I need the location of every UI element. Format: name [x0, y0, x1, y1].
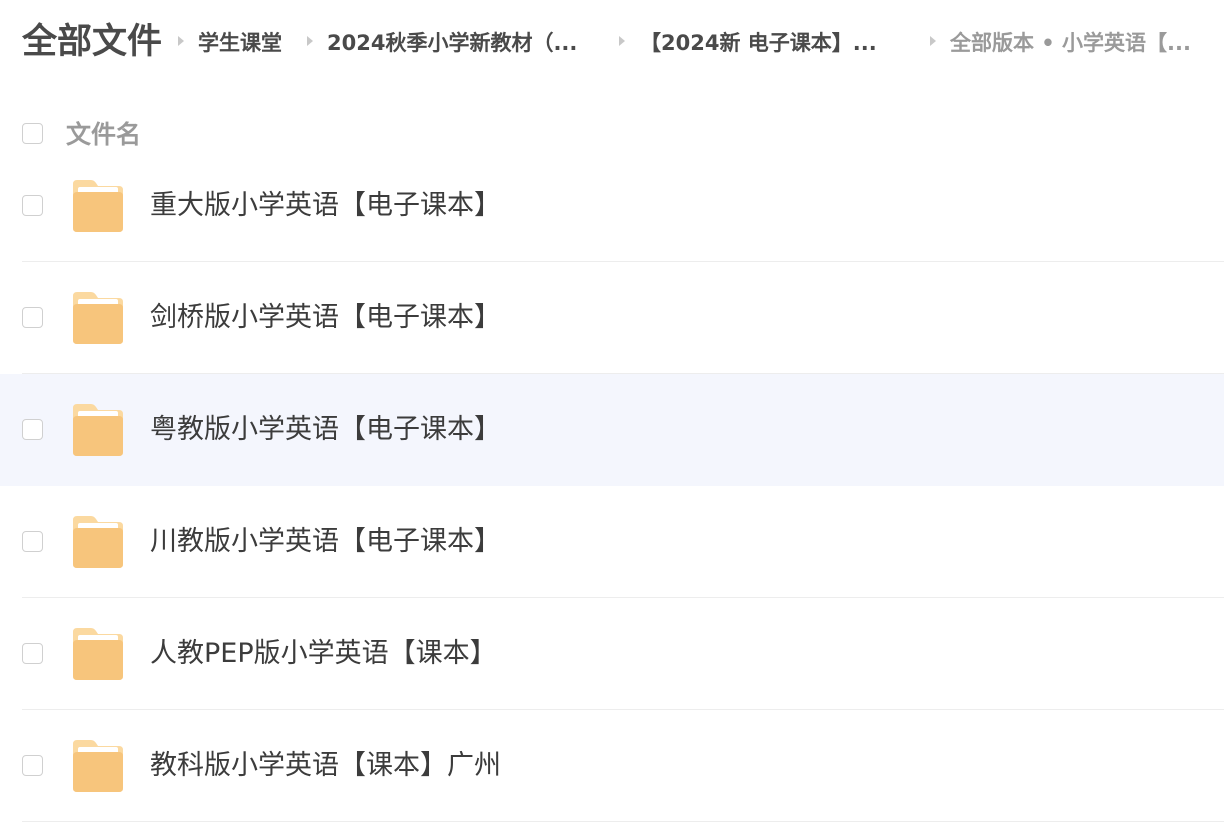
list-item[interactable]: 川教版小学英语【电子课本】: [22, 486, 1224, 598]
filename-column-header[interactable]: 文件名: [66, 118, 141, 152]
chevron-right-icon: [307, 36, 313, 46]
breadcrumb-current: 全部版本 • 小学英语【...: [950, 31, 1191, 55]
list-item[interactable]: 重大版小学英语【电子课本】: [22, 150, 1224, 262]
folder-icon: [69, 626, 127, 682]
list-item[interactable]: 人教PEP版小学英语【课本】: [22, 598, 1224, 710]
breadcrumb-item[interactable]: 2024秋季小学新教材（...: [327, 29, 577, 57]
folder-icon: [69, 402, 127, 458]
breadcrumb-item[interactable]: 学生课堂: [198, 29, 282, 57]
row-checkbox[interactable]: [22, 195, 43, 216]
chevron-right-icon: [178, 36, 184, 46]
file-name[interactable]: 重大版小学英语【电子课本】: [150, 188, 501, 224]
breadcrumb-root[interactable]: 全部文件: [22, 20, 162, 64]
list-item[interactable]: 剑桥版小学英语【电子课本】: [22, 262, 1224, 374]
row-checkbox[interactable]: [22, 531, 43, 552]
file-name[interactable]: 教科版小学英语【课本】广州: [150, 748, 501, 784]
folder-icon: [69, 738, 127, 794]
file-name[interactable]: 剑桥版小学英语【电子课本】: [150, 300, 501, 336]
breadcrumb: 全部文件 学生课堂 2024秋季小学新教材（... 【2024新 电子课本】..…: [0, 0, 1224, 86]
chevron-right-icon: [619, 36, 625, 46]
file-name[interactable]: 川教版小学英语【电子课本】: [150, 524, 501, 560]
file-name[interactable]: 人教PEP版小学英语【课本】: [150, 636, 497, 672]
file-name[interactable]: 粤教版小学英语【电子课本】: [150, 412, 501, 448]
file-list: 重大版小学英语【电子课本】 剑桥版小学英语【电子课本】 粤教版小学英语【电子课本…: [0, 150, 1224, 822]
row-checkbox[interactable]: [22, 643, 43, 664]
list-item[interactable]: 粤教版小学英语【电子课本】: [0, 374, 1224, 486]
breadcrumb-item[interactable]: 【2024新 电子课本】...: [640, 29, 877, 57]
folder-icon: [69, 514, 127, 570]
row-checkbox[interactable]: [22, 419, 43, 440]
folder-icon: [69, 290, 127, 346]
chevron-right-icon: [930, 36, 936, 46]
select-all-checkbox[interactable]: [22, 123, 43, 144]
row-checkbox[interactable]: [22, 307, 43, 328]
folder-icon: [69, 178, 127, 234]
list-item[interactable]: 教科版小学英语【课本】广州: [22, 710, 1224, 822]
row-checkbox[interactable]: [22, 755, 43, 776]
